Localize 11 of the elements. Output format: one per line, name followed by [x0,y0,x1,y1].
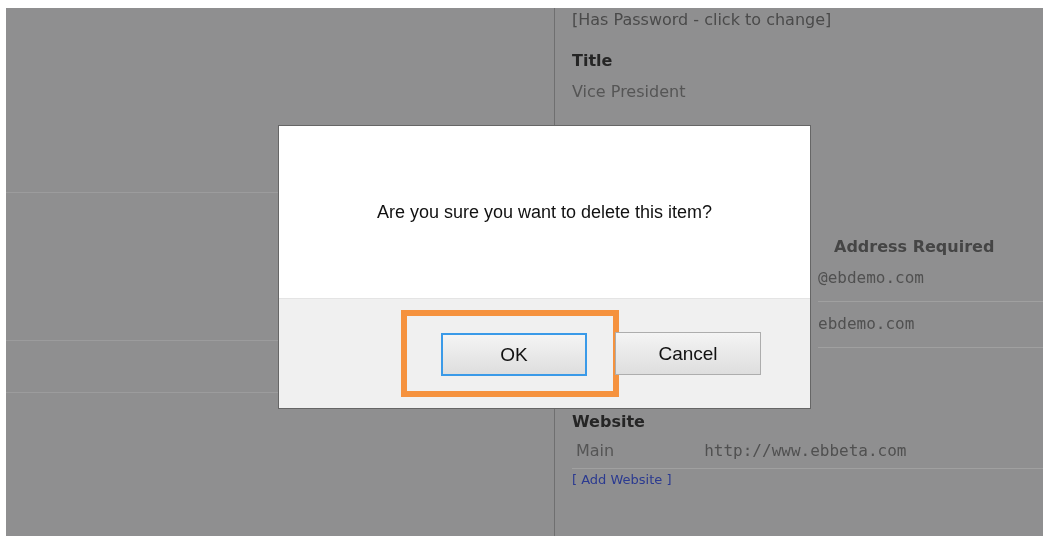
email-heading: Address Required [834,237,995,256]
field-label: Title [572,51,613,70]
dialog-button[interactable]: OK [441,333,587,376]
website-type: Main [576,441,615,460]
dialog-button[interactable]: Cancel [615,332,761,375]
field-value: Vice President [572,82,686,101]
field-label: Website [572,412,645,431]
dialog-message: Are you sure you want to delete this item? [376,201,713,223]
email-address: @ebdemo.com [818,268,924,287]
website-url: http://www.ebbeta.com [704,441,907,460]
email-address: ebdemo.com [818,314,915,333]
